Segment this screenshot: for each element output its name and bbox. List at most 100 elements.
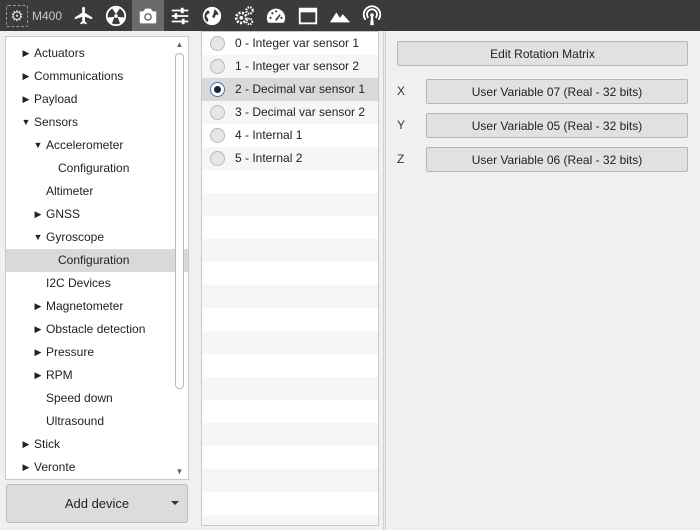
airplane-button[interactable] xyxy=(68,0,100,31)
sensor-option[interactable]: 2 - Decimal var sensor 1 xyxy=(202,78,378,101)
radio-unchecked-icon[interactable] xyxy=(210,105,225,120)
scroll-down-icon[interactable]: ▼ xyxy=(174,466,185,477)
tree-item-ultrasound[interactable]: Ultrasound xyxy=(6,410,188,433)
collapsed-arrow-icon[interactable]: ▶ xyxy=(21,65,31,88)
collapsed-arrow-icon[interactable]: ▶ xyxy=(33,203,43,226)
tree-item-label: Altimeter xyxy=(46,184,94,198)
sliders-icon xyxy=(171,7,189,24)
window-button[interactable] xyxy=(292,0,324,31)
tree-item-accelerometer[interactable]: ▼ Accelerometer xyxy=(6,134,188,157)
tree-item-label: Accelerometer xyxy=(46,138,124,152)
device-label: M400 xyxy=(32,8,63,23)
sensor-option[interactable]: 3 - Decimal var sensor 2 xyxy=(202,101,378,124)
axis-x-variable-button[interactable]: User Variable 07 (Real - 32 bits) xyxy=(426,79,688,104)
expanded-arrow-icon[interactable]: ▼ xyxy=(33,134,43,157)
tree-item-label: Configuration xyxy=(58,253,130,267)
collapsed-arrow-icon[interactable]: ▶ xyxy=(21,42,31,65)
tree-item-actuators[interactable]: ▶ Actuators xyxy=(6,42,188,65)
tree-item-sensors[interactable]: ▼ Sensors xyxy=(6,111,188,134)
radio-unchecked-icon[interactable] xyxy=(210,128,225,143)
dropdown-caret-icon[interactable] xyxy=(171,501,179,505)
collapsed-arrow-icon[interactable]: ▶ xyxy=(21,433,31,456)
axis-label-x: X xyxy=(397,84,406,98)
tree-item-configuration[interactable]: Configuration xyxy=(6,157,188,180)
tree-item-label: RPM xyxy=(46,368,73,382)
add-device-label: Add device xyxy=(64,496,130,511)
radiation-button[interactable] xyxy=(100,0,132,31)
sensor-option-label: 3 - Decimal var sensor 2 xyxy=(235,105,366,119)
tree-item-label: Sensors xyxy=(34,115,79,129)
tree-item-label: Veronte xyxy=(34,460,76,474)
sliders-button[interactable] xyxy=(164,0,196,31)
tree-item-label: Actuators xyxy=(34,46,85,60)
sensor-list: 0 - Integer var sensor 1 1 - Integer var … xyxy=(202,32,378,170)
tree-item-rpm[interactable]: ▶ RPM xyxy=(6,364,188,387)
axis-label-z: Z xyxy=(397,152,405,166)
camera-icon xyxy=(139,8,157,23)
axis-y-variable-button[interactable]: User Variable 05 (Real - 32 bits) xyxy=(426,113,688,138)
add-device-button[interactable]: Add device xyxy=(6,484,188,523)
tree-item-magnetometer[interactable]: ▶ Magnetometer xyxy=(6,295,188,318)
sensor-option[interactable]: 5 - Internal 2 xyxy=(202,147,378,170)
scroll-up-icon[interactable]: ▲ xyxy=(174,39,185,50)
axis-z-variable-button[interactable]: User Variable 06 (Real - 32 bits) xyxy=(426,147,688,172)
device-tree: ▶ Actuators ▶ Communications ▶ Payload ▼ Sensor… xyxy=(6,37,188,479)
gauge-icon xyxy=(266,8,286,23)
camera-button[interactable] xyxy=(132,0,165,31)
tree-item-payload[interactable]: ▶ Payload xyxy=(6,88,188,111)
device-selector[interactable]: ⚙ M400 xyxy=(0,0,68,31)
edit-rotation-matrix-button[interactable]: Edit Rotation Matrix xyxy=(397,41,688,66)
tree-item-gnss[interactable]: ▶ GNSS xyxy=(6,203,188,226)
collapsed-arrow-icon[interactable]: ▶ xyxy=(21,456,31,479)
tree-item-stick[interactable]: ▶ Stick xyxy=(6,433,188,456)
antenna-button[interactable] xyxy=(356,0,388,31)
globe-button[interactable] xyxy=(196,0,228,31)
tree-item-configuration[interactable]: Configuration xyxy=(6,249,188,272)
gears-button[interactable] xyxy=(228,0,260,31)
tree-item-altimeter[interactable]: Altimeter xyxy=(6,180,188,203)
tree-item-veronte[interactable]: ▶ Veronte xyxy=(6,456,188,479)
antenna-icon xyxy=(362,4,382,25)
tree-item-label: Ultrasound xyxy=(46,414,105,428)
radio-unchecked-icon[interactable] xyxy=(210,151,225,166)
sensor-list-panel: 0 - Integer var sensor 1 1 - Integer var … xyxy=(201,31,379,526)
expanded-arrow-icon[interactable]: ▼ xyxy=(21,111,31,134)
collapsed-arrow-icon[interactable]: ▶ xyxy=(33,364,43,387)
mountains-icon xyxy=(329,11,351,22)
scrollbar-thumb[interactable] xyxy=(175,53,184,389)
tree-scrollbar[interactable]: ▲ ▼ xyxy=(174,39,185,477)
tree-item-communications[interactable]: ▶ Communications xyxy=(6,65,188,88)
tree-item-label: Speed down xyxy=(46,391,113,405)
collapsed-arrow-icon[interactable]: ▶ xyxy=(33,341,43,364)
panel-splitter[interactable] xyxy=(383,31,386,530)
sensor-option-label: 0 - Integer var sensor 1 xyxy=(235,36,360,50)
tree-item-label: Pressure xyxy=(46,345,95,359)
tree-item-i2c-devices[interactable]: I2C Devices xyxy=(6,272,188,295)
tree-item-label: GNSS xyxy=(46,207,81,221)
radio-unchecked-icon[interactable] xyxy=(210,59,225,74)
tree-item-label: Obstacle detection xyxy=(46,322,146,336)
tree-item-obstacle-detection[interactable]: ▶ Obstacle detection xyxy=(6,318,188,341)
collapsed-arrow-icon[interactable]: ▶ xyxy=(21,88,31,111)
radio-unchecked-icon[interactable] xyxy=(210,36,225,51)
radio-checked-icon[interactable] xyxy=(210,82,225,97)
tree-item-label: I2C Devices xyxy=(46,276,111,290)
mountains-button[interactable] xyxy=(324,0,356,31)
globe-icon xyxy=(202,6,222,25)
expanded-arrow-icon[interactable]: ▼ xyxy=(33,226,43,249)
sensor-option-label: 4 - Internal 1 xyxy=(235,128,303,142)
collapsed-arrow-icon[interactable]: ▶ xyxy=(33,295,43,318)
tree-item-pressure[interactable]: ▶ Pressure xyxy=(6,341,188,364)
sensor-option[interactable]: 1 - Integer var sensor 2 xyxy=(202,55,378,78)
gauge-button[interactable] xyxy=(260,0,292,31)
tree-item-label: Gyroscope xyxy=(46,230,105,244)
axis-label-y: Y xyxy=(397,118,406,132)
sensor-option[interactable]: 4 - Internal 1 xyxy=(202,124,378,147)
tree-item-label: Stick xyxy=(34,437,61,451)
radiation-icon xyxy=(105,5,127,26)
tree-item-label: Magnetometer xyxy=(46,299,124,313)
tree-item-gyroscope[interactable]: ▼ Gyroscope xyxy=(6,226,188,249)
sensor-option[interactable]: 0 - Integer var sensor 1 xyxy=(202,32,378,55)
tree-item-speed-down[interactable]: Speed down xyxy=(6,387,188,410)
collapsed-arrow-icon[interactable]: ▶ xyxy=(33,318,43,341)
